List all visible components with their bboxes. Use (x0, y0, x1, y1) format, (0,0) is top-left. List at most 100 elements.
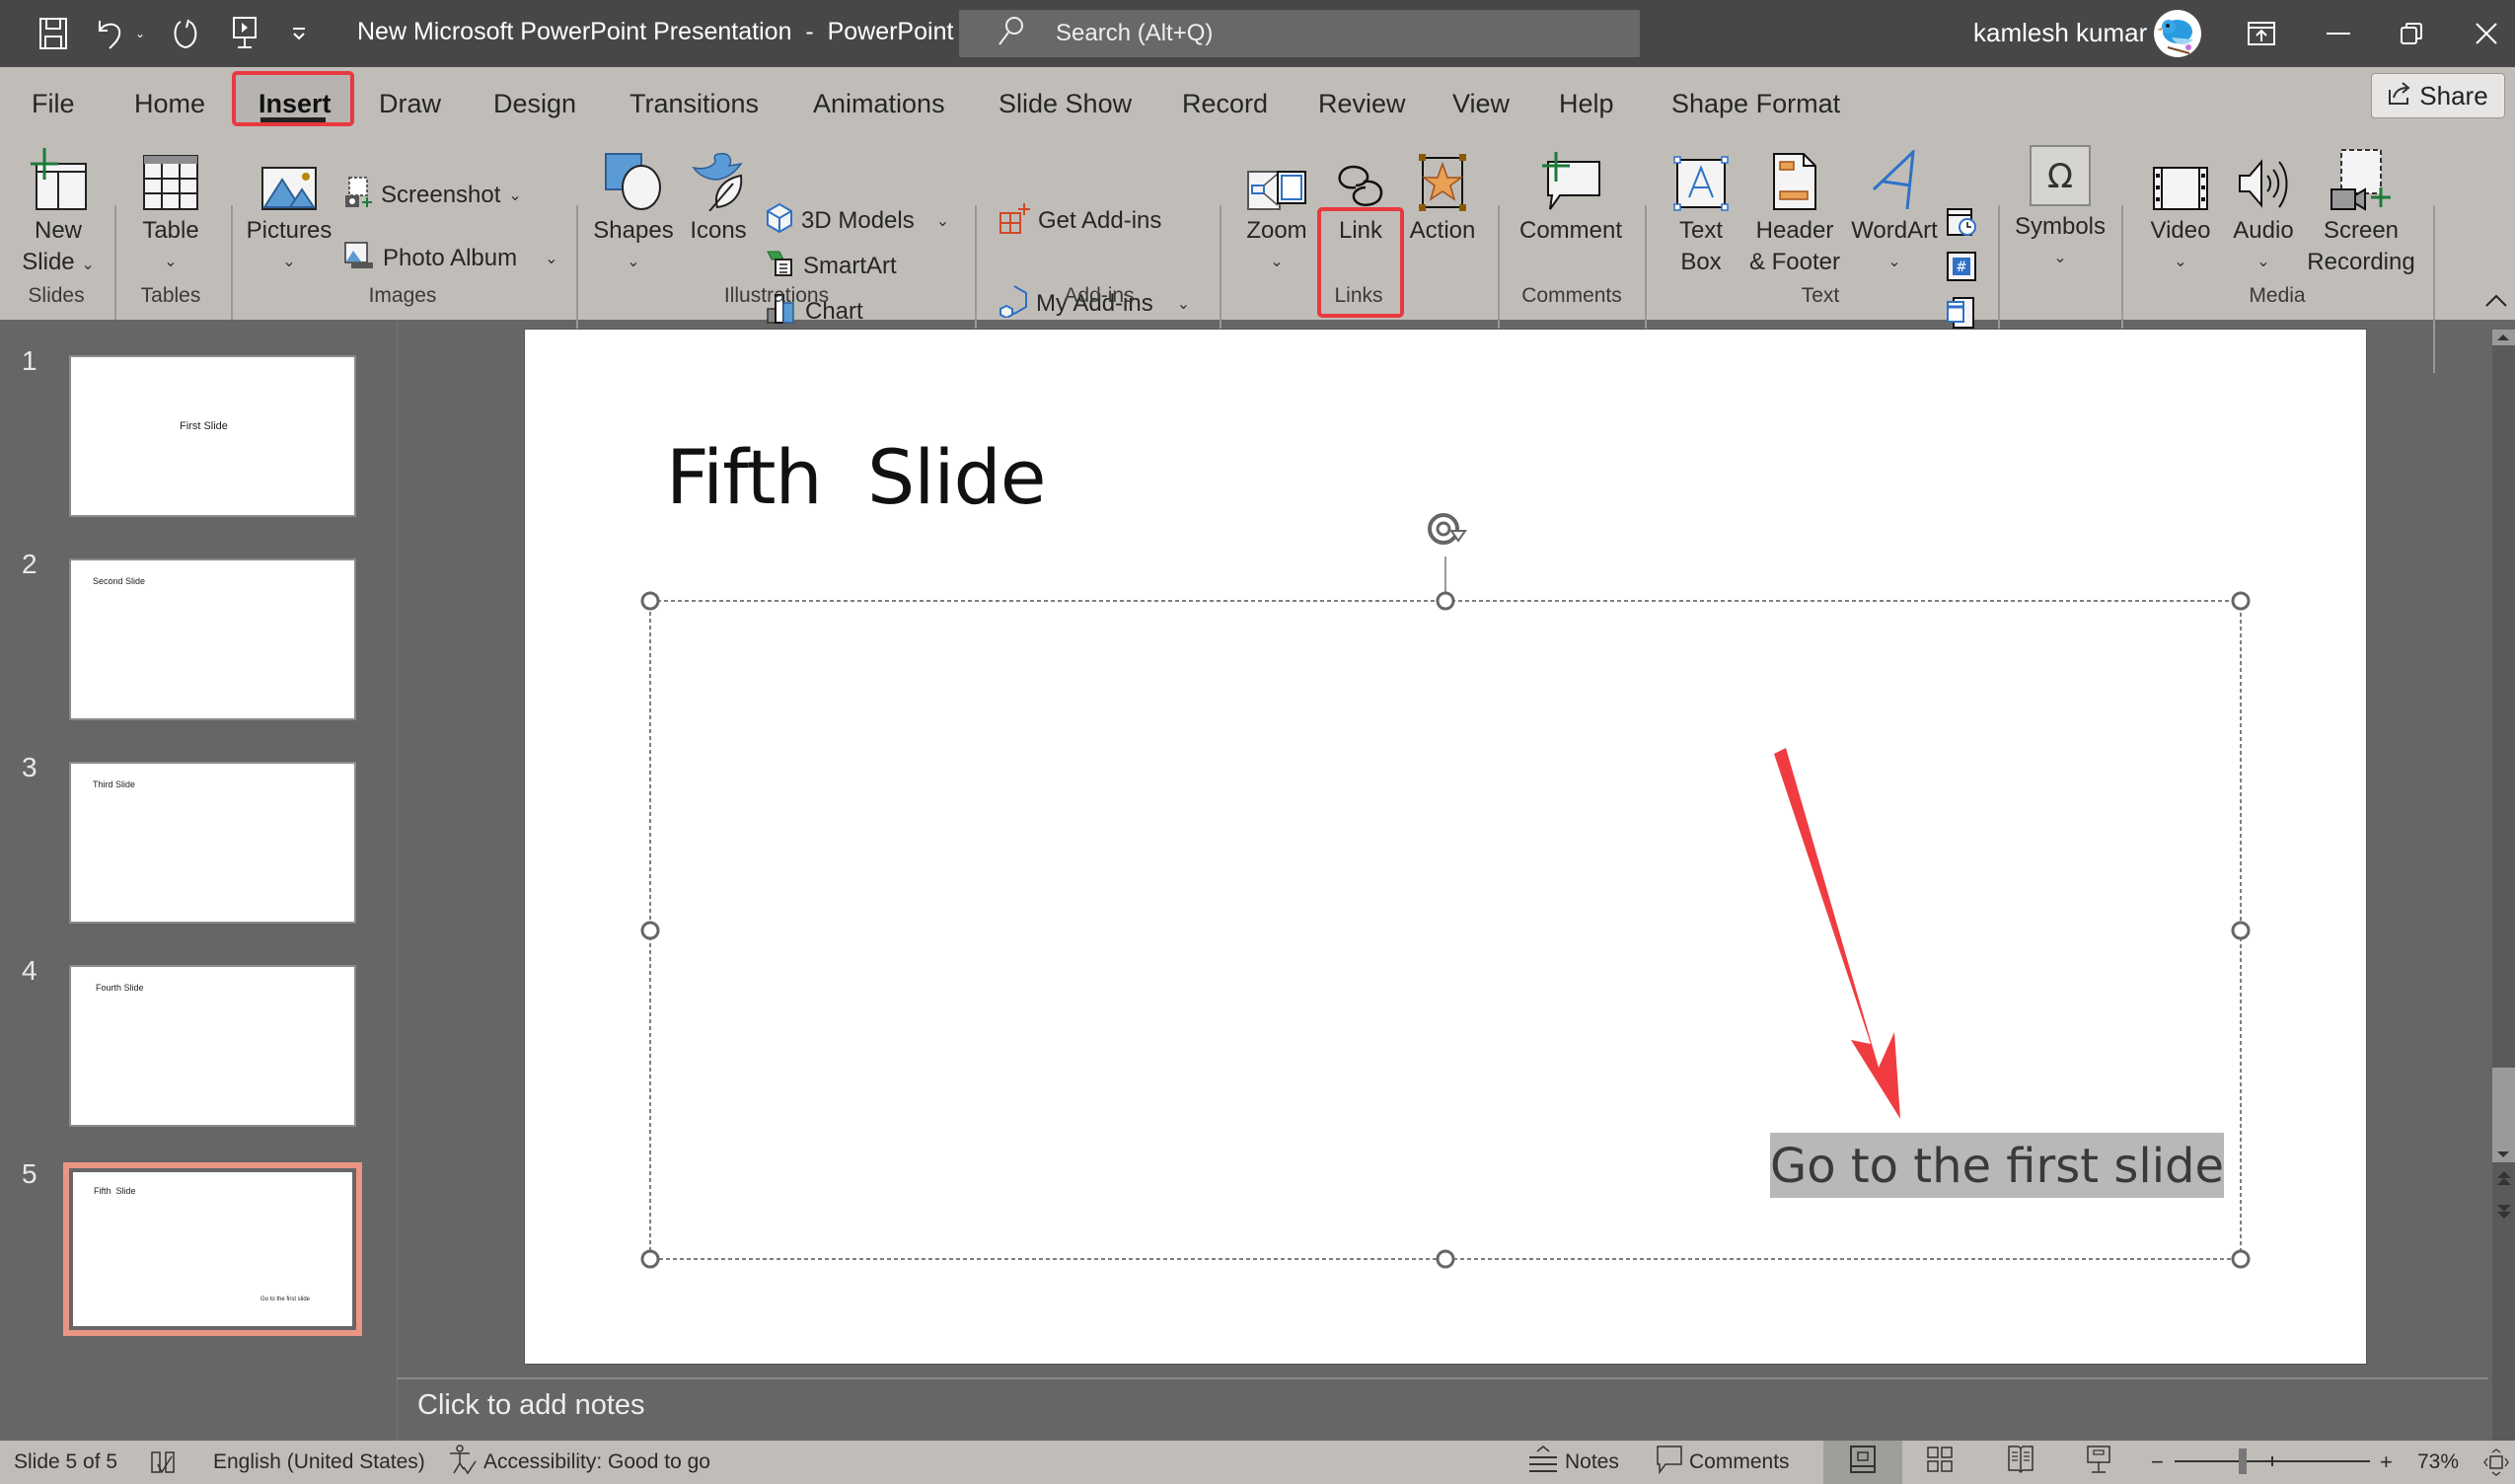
search-box[interactable]: Search (Alt+Q) (959, 10, 1640, 57)
tab-design[interactable]: Design (487, 82, 582, 125)
slide-counter[interactable]: Slide 5 of 5 (14, 1441, 117, 1484)
customize-qat-icon[interactable] (284, 14, 314, 53)
screenshot-icon (343, 176, 373, 216)
comments-toggle[interactable]: Comments (1656, 1441, 1790, 1484)
header-footer-button[interactable]: Header & Footer (1740, 138, 1849, 278)
resize-handle-right[interactable] (2231, 921, 2251, 945)
table-button[interactable]: Table ⌄ (134, 138, 207, 278)
accessibility-checker[interactable]: Accessibility: Good to go (448, 1441, 710, 1484)
notes-placeholder[interactable]: Click to add notes (417, 1389, 645, 1422)
tab-view[interactable]: View (1446, 82, 1516, 125)
text-box-button[interactable]: Text Box (1658, 138, 1744, 278)
table-icon (134, 138, 207, 211)
avatar[interactable] (2154, 10, 2201, 57)
resize-handle-bottom-right[interactable] (2231, 1249, 2251, 1274)
new-slide-button[interactable]: New Slide ⌄ (14, 138, 103, 281)
tab-draw[interactable]: Draw (373, 82, 447, 125)
shapes-button[interactable]: Shapes ⌄ (592, 138, 675, 278)
slide-thumbnail-1[interactable]: First Slide (69, 355, 356, 517)
tab-record[interactable]: Record (1176, 82, 1274, 125)
pane-divider[interactable] (397, 320, 398, 1441)
user-name[interactable]: kamlesh kumar (1973, 18, 2147, 48)
slide-thumbnail-3[interactable]: Third Slide (69, 762, 356, 924)
resize-handle-top[interactable] (1436, 591, 1455, 616)
redo-icon[interactable] (166, 14, 205, 53)
tab-help[interactable]: Help (1553, 82, 1620, 125)
fit-slide-to-window-icon[interactable] (2482, 1441, 2510, 1484)
screenshot-label: Screenshot (381, 182, 501, 208)
resize-handle-left[interactable] (640, 921, 660, 945)
screen-recording-button[interactable]: Screen Recording (2303, 138, 2419, 278)
present-from-beginning-icon[interactable] (225, 14, 264, 53)
photo-album-button[interactable]: Photo Album ⌄ (343, 239, 558, 278)
vertical-scrollbar[interactable] (2492, 330, 2515, 1441)
scroll-thumb[interactable] (2492, 1068, 2515, 1147)
tab-insert[interactable]: Insert (253, 82, 337, 125)
zoom-out-button[interactable]: − (2151, 1441, 2164, 1484)
previous-slide-icon[interactable] (2494, 1168, 2514, 1193)
video-label: Video (2150, 217, 2211, 244)
slide-thumbnail-4[interactable]: Fourth Slide (69, 965, 356, 1127)
undo-icon[interactable] (91, 14, 130, 53)
icons-button[interactable]: Icons (681, 138, 756, 247)
smartart-button[interactable]: SmartArt (766, 247, 897, 286)
language-indicator[interactable]: English (United States) (213, 1441, 425, 1484)
resize-handle-bottom[interactable] (1436, 1249, 1455, 1274)
rotate-handle-icon[interactable] (1426, 509, 1467, 559)
notes-toggle[interactable]: Notes (1527, 1441, 1619, 1484)
close-icon[interactable] (2467, 14, 2506, 53)
resize-handle-bottom-left[interactable] (640, 1249, 660, 1274)
pictures-button[interactable]: Pictures ⌄ (245, 138, 333, 278)
screenshot-button[interactable]: Screenshot ⌄ (343, 176, 522, 215)
hyperlink-text-selected[interactable]: Go to the first slide (1770, 1133, 2225, 1198)
restore-icon[interactable] (2392, 14, 2431, 53)
tab-file[interactable]: File (26, 82, 81, 125)
spelling-check-icon[interactable] (150, 1441, 176, 1484)
3d-models-button[interactable]: 3D Models ⌄ (766, 201, 949, 241)
zoom-slider-thumb[interactable] (2238, 1448, 2247, 1474)
video-button[interactable]: Video ⌄ (2135, 138, 2226, 278)
collapse-ribbon-icon[interactable] (2484, 292, 2508, 313)
comment-button[interactable]: Comment (1512, 138, 1630, 247)
tab-review[interactable]: Review (1312, 82, 1412, 125)
ribbon: File Home Insert Draw Design Transitions… (0, 67, 2515, 373)
zoom-label: Zoom (1246, 217, 1307, 244)
undo-dropdown-icon[interactable]: ⌄ (132, 14, 148, 53)
symbols-button[interactable]: Ω Symbols ⌄ (2013, 134, 2108, 274)
reading-view-button[interactable] (2007, 1441, 2034, 1484)
audio-button[interactable]: Audio ⌄ (2222, 138, 2305, 278)
notes-divider[interactable] (397, 1377, 2488, 1379)
zoom-button[interactable]: Zoom ⌄ (1235, 138, 1318, 278)
get-addins-button[interactable]: Get Add-ins (999, 201, 1161, 241)
tab-shape-format[interactable]: Shape Format (1665, 82, 1846, 125)
minimize-icon[interactable] (2319, 14, 2358, 53)
slide-show-view-button[interactable] (2086, 1441, 2111, 1484)
ribbon-display-options-icon[interactable] (2242, 14, 2281, 53)
tab-animations[interactable]: Animations (807, 82, 951, 125)
save-icon[interactable] (34, 14, 73, 53)
normal-view-button[interactable] (1823, 1441, 1902, 1484)
scroll-up-button[interactable] (2492, 330, 2515, 345)
tab-transitions[interactable]: Transitions (624, 82, 765, 125)
resize-handle-top-right[interactable] (2231, 591, 2251, 616)
next-slide-icon[interactable] (2494, 1202, 2514, 1226)
scroll-down-button[interactable] (2492, 1147, 2515, 1162)
resize-handle-top-left[interactable] (640, 591, 660, 616)
group-label-tables: Tables (140, 284, 201, 307)
share-button[interactable]: Share (2371, 73, 2505, 118)
zoom-level[interactable]: 73% (2417, 1441, 2459, 1484)
shapes-label: Shapes (593, 217, 674, 244)
wordart-button[interactable]: WordArt ⌄ (1845, 138, 1944, 278)
tab-slide-show[interactable]: Slide Show (993, 82, 1138, 125)
action-button[interactable]: Action (1401, 138, 1484, 247)
audio-icon (2222, 138, 2305, 211)
content-placeholder-selection[interactable] (525, 330, 2366, 1364)
zoom-in-button[interactable]: + (2380, 1441, 2393, 1484)
slide-sorter-view-button[interactable] (1926, 1441, 1954, 1484)
slide-number-icon[interactable]: # (1946, 251, 1977, 287)
date-time-icon[interactable] (1946, 205, 1977, 242)
slide-thumbnail-2[interactable]: Second Slide (69, 558, 356, 720)
tab-home[interactable]: Home (128, 82, 211, 125)
slide-canvas[interactable]: Fifth Slide Go to the first slide (525, 330, 2366, 1364)
slide-thumbnail-5[interactable]: Fifth Slide Go to the first slide (63, 1162, 362, 1336)
